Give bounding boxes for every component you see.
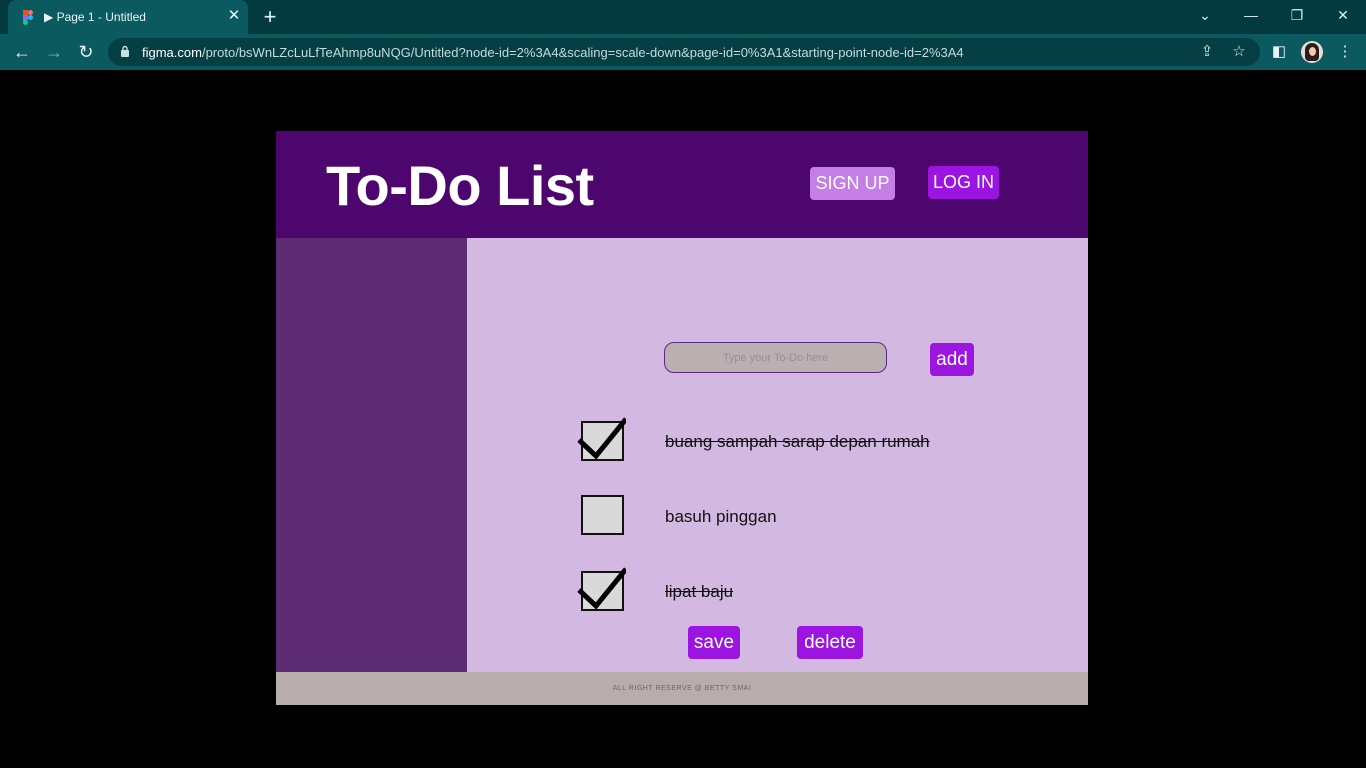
page-title: To-Do List	[326, 154, 594, 217]
star-icon[interactable]: ☆	[1230, 43, 1248, 61]
avatar-face	[1309, 47, 1316, 56]
tab-search-icon[interactable]: ⌄	[1182, 0, 1228, 30]
close-icon[interactable]: ✕	[1320, 0, 1366, 30]
task-text-2: basuh pinggan	[665, 507, 777, 526]
minimize-icon[interactable]: —	[1228, 0, 1274, 30]
browser-tab-bar: ▶ Page 1 - Untitled ✕ + ⌄ — ❐ ✕	[0, 0, 1366, 34]
sidebar	[276, 238, 467, 672]
todo-input[interactable]	[664, 342, 887, 373]
browser-toolbar: ← → ↻ figma.com/proto/bsWnLZcLuLfTeAhmp8…	[0, 34, 1366, 70]
back-icon[interactable]: ←	[10, 40, 34, 64]
menu-icon[interactable]: ⋮	[1335, 42, 1355, 62]
delete-button[interactable]: delete	[797, 626, 863, 659]
task-text-3: lipat baju	[665, 582, 734, 601]
url-text: figma.com/proto/bsWnLZcLuLfTeAhmp8uNQG/U…	[142, 45, 964, 60]
task-text-1: buang sampah sarap depan rumah	[665, 432, 930, 451]
footer-text: ALL RIGHT RESERVE @ BETTY SMAI	[612, 685, 752, 692]
forward-icon[interactable]: →	[42, 40, 66, 64]
login-button[interactable]: LOG IN	[928, 166, 999, 199]
add-button[interactable]: add	[930, 343, 974, 376]
reload-icon[interactable]: ↻	[74, 40, 98, 64]
task-checkbox-3[interactable]	[576, 566, 626, 612]
save-button[interactable]: save	[688, 626, 740, 659]
task-checkbox-1[interactable]	[576, 416, 626, 462]
tab-title: ▶ Page 1 - Untitled	[44, 10, 146, 24]
tab-close-icon[interactable]: ✕	[224, 6, 244, 26]
avatar[interactable]	[1301, 41, 1323, 63]
new-tab-button[interactable]: +	[258, 5, 282, 29]
task-checkbox-2[interactable]	[576, 491, 626, 537]
sidepanel-icon[interactable]: ◧	[1269, 42, 1289, 62]
app-header: To-Do List SIGN UP LOG IN	[276, 131, 1088, 238]
prototype-frame: To-Do List SIGN UP LOG IN add buang samp…	[276, 131, 1088, 705]
signup-button[interactable]: SIGN UP	[810, 167, 895, 200]
share-icon[interactable]: ⇪	[1198, 43, 1216, 61]
restore-icon[interactable]: ❐	[1274, 0, 1320, 30]
lock-icon	[121, 45, 129, 57]
browser-tab[interactable]: ▶ Page 1 - Untitled ✕	[8, 0, 248, 34]
figma-icon	[23, 10, 33, 25]
footer: ALL RIGHT RESERVE @ BETTY SMAI	[276, 672, 1088, 705]
address-bar[interactable]: figma.com/proto/bsWnLZcLuLfTeAhmp8uNQG/U…	[108, 38, 1260, 66]
